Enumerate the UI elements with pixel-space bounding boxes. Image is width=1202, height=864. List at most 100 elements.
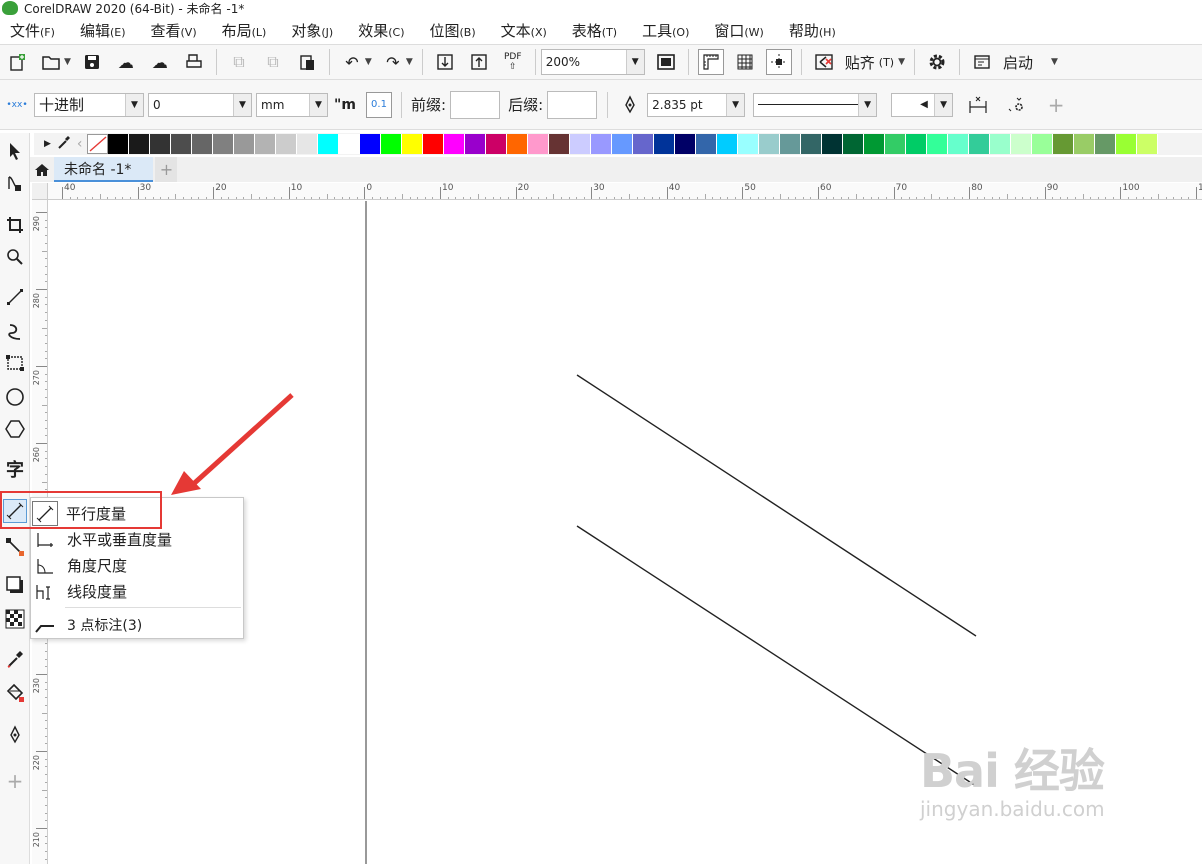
paste-icon[interactable]	[294, 49, 320, 75]
ruler-origin[interactable]	[32, 183, 48, 200]
outline-width-combo[interactable]: 2.835 pt ▼	[647, 92, 746, 117]
menu-item[interactable]: 帮助(H)	[779, 20, 851, 41]
color-swatch[interactable]	[569, 134, 591, 154]
color-swatch[interactable]	[149, 134, 171, 154]
color-swatch[interactable]	[1073, 134, 1095, 154]
flyout-item-angular-dimension[interactable]: 角度尺度	[31, 553, 243, 578]
color-swatch[interactable]	[905, 134, 927, 154]
color-swatch[interactable]	[254, 134, 276, 154]
menu-item[interactable]: 对象(J)	[281, 20, 348, 41]
color-swatch[interactable]	[485, 134, 507, 154]
menu-item[interactable]: 表格(T)	[562, 20, 632, 41]
color-swatch[interactable]	[1115, 134, 1137, 154]
show-leading-zero-icon[interactable]: 0.1	[366, 91, 392, 118]
transparency-tool-icon[interactable]	[3, 607, 27, 631]
undo-icon[interactable]: ↶	[339, 49, 365, 75]
redo-dropdown-icon[interactable]: ▼	[406, 57, 413, 67]
color-swatch[interactable]	[1031, 134, 1053, 154]
palette-scroll-left-icon[interactable]: ‹	[77, 136, 83, 152]
suffix-input[interactable]	[547, 90, 598, 119]
palette-scroll-right-icon[interactable]: ▶	[44, 139, 51, 149]
color-swatch[interactable]	[758, 134, 780, 154]
chevron-down-icon[interactable]: ▼	[726, 93, 745, 116]
new-document-icon[interactable]	[4, 49, 30, 75]
dimension-format-combo[interactable]: 十进制 ▼	[34, 92, 144, 117]
color-swatch[interactable]	[1052, 134, 1074, 154]
artistic-media-tool-icon[interactable]	[3, 319, 27, 343]
crop-tool-icon[interactable]	[3, 213, 27, 237]
color-swatch[interactable]	[611, 134, 633, 154]
color-swatch[interactable]	[1094, 134, 1116, 154]
dimension-style-icon[interactable]: •xx•	[4, 92, 30, 118]
color-swatch[interactable]	[926, 134, 948, 154]
menu-item[interactable]: 布局(L)	[212, 20, 282, 41]
extension-line-options-icon[interactable]	[965, 92, 991, 118]
text-position-settings-icon[interactable]	[1003, 92, 1029, 118]
cloud-upload-icon[interactable]: ☁	[147, 49, 173, 75]
zoom-level-combo[interactable]: 200% ▼	[540, 49, 645, 75]
outline-pen-tool-icon[interactable]	[3, 723, 27, 747]
menu-item[interactable]: 窗口(W)	[704, 20, 778, 41]
show-grid-icon[interactable]	[732, 49, 758, 75]
open-dropdown-icon[interactable]: ▼	[64, 57, 71, 67]
color-swatch[interactable]	[779, 134, 801, 154]
drop-shadow-tool-icon[interactable]	[3, 573, 27, 597]
no-color-swatch[interactable]	[86, 134, 108, 154]
color-swatch[interactable]	[506, 134, 528, 154]
menu-item[interactable]: 效果(C)	[348, 20, 419, 41]
home-icon[interactable]	[30, 157, 54, 182]
launch-icon[interactable]	[969, 49, 995, 75]
color-swatch[interactable]	[233, 134, 255, 154]
chevron-down-icon[interactable]: ▼	[309, 93, 327, 116]
chevron-down-icon[interactable]: ▼	[125, 93, 143, 116]
color-swatch[interactable]	[989, 134, 1011, 154]
color-swatch[interactable]	[401, 134, 423, 154]
color-swatch[interactable]	[359, 134, 381, 154]
color-swatch[interactable]	[1136, 134, 1158, 154]
color-swatch[interactable]	[296, 134, 318, 154]
chevron-down-icon[interactable]: ▼	[934, 93, 953, 116]
open-folder-icon[interactable]	[38, 49, 64, 75]
menu-item[interactable]: 工具(O)	[632, 20, 704, 41]
color-swatch[interactable]	[128, 134, 150, 154]
full-screen-preview-icon[interactable]	[653, 49, 679, 75]
menu-item[interactable]: 位图(B)	[419, 20, 490, 41]
color-swatch[interactable]	[968, 134, 990, 154]
chevron-down-icon[interactable]: ▼	[858, 93, 877, 116]
color-swatch[interactable]	[716, 134, 738, 154]
color-swatch[interactable]	[338, 134, 360, 154]
color-swatch[interactable]	[275, 134, 297, 154]
color-swatch[interactable]	[443, 134, 465, 154]
color-swatch[interactable]	[863, 134, 885, 154]
connector-tool-icon[interactable]	[3, 535, 27, 559]
flyout-item-segment-dimension[interactable]: 线段度量	[31, 579, 243, 604]
show-guidelines-icon[interactable]	[765, 49, 792, 75]
snap-to-label[interactable]: 贴齐	[845, 52, 875, 73]
prefix-input[interactable]	[450, 90, 501, 119]
color-swatch[interactable]	[695, 134, 717, 154]
add-tool-icon[interactable]: +	[3, 769, 27, 793]
dimension-units-combo[interactable]: mm ▼	[256, 92, 328, 117]
color-swatch[interactable]	[107, 134, 129, 154]
zoom-tool-icon[interactable]	[3, 245, 27, 269]
color-swatch[interactable]	[212, 134, 234, 154]
chevron-down-icon[interactable]: ▼	[233, 93, 251, 116]
show-rulers-icon[interactable]	[697, 49, 724, 75]
document-tab[interactable]: 未命名 -1*	[54, 157, 154, 182]
redo-icon[interactable]: ↷	[380, 49, 406, 75]
print-icon[interactable]	[181, 49, 207, 75]
flyout-item-horizontal-vertical-dimension[interactable]: 水平或垂直度量	[31, 527, 243, 552]
shape-tool-icon[interactable]	[3, 171, 27, 195]
polygon-tool-icon[interactable]	[3, 417, 27, 441]
color-swatch[interactable]	[884, 134, 906, 154]
undo-dropdown-icon[interactable]: ▼	[365, 57, 372, 67]
import-icon[interactable]	[432, 49, 458, 75]
color-swatch[interactable]	[191, 134, 213, 154]
menu-item[interactable]: 文本(X)	[491, 20, 562, 41]
menu-item[interactable]: 查看(V)	[141, 20, 212, 41]
color-swatch[interactable]	[548, 134, 570, 154]
color-swatch[interactable]	[1010, 134, 1032, 154]
launch-dropdown-icon[interactable]: ▼	[1051, 57, 1058, 67]
launch-label[interactable]: 启动	[1003, 52, 1033, 73]
flyout-item-three-point-callout[interactable]: 3 点标注(3)	[31, 612, 243, 637]
